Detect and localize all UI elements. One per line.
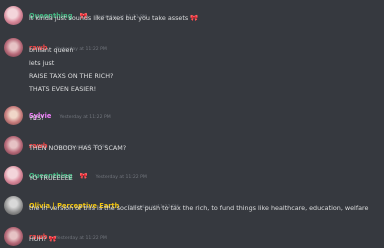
message-text: HUH? — [29, 235, 47, 243]
message-header: Sylvie Yesterday at 11:22 PM — [29, 103, 111, 120]
user-avatar[interactable] — [4, 38, 23, 57]
message-text: it kinda just sounds like taxes but you … — [29, 14, 189, 22]
message-header: Queenthing 🎀 Yesterday at 11:22 PM — [29, 163, 147, 180]
user-avatar[interactable] — [4, 227, 23, 246]
message-header: rawb Yesterday at 11:22 PM — [29, 133, 107, 150]
message-header: Queenthing 🎀 Yesterday at 11:21 PM — [29, 3, 147, 20]
message-feed: Queenthing 🎀 Yesterday at 11:21 PM it ki… — [0, 0, 384, 248]
bow-emoji-icon: 🎀 — [190, 14, 199, 22]
bow-emoji-icon: 🎀 — [79, 172, 88, 180]
message-header: rawb Yesterday at 11:22 PM — [29, 35, 107, 52]
timestamp: Yesterday at 11:22 PM — [55, 236, 107, 241]
message-header: Olivia | Perceptive Earth Yesterday at 1… — [29, 193, 179, 210]
message-text: lets just — [29, 59, 55, 67]
message-text: the irl version of this is the socialist… — [29, 204, 369, 212]
message-line: HUH? 🎀 — [29, 234, 57, 244]
user-avatar[interactable] — [4, 136, 23, 155]
message-text: THEN NOBODY HAS TO SCAM? — [29, 144, 127, 152]
message-header: rawb Yesterday at 11:22 PM — [29, 224, 107, 241]
user-avatar[interactable] — [4, 166, 23, 185]
timestamp: Yesterday at 11:22 PM — [59, 115, 111, 120]
bow-emoji-icon: 🎀 — [48, 235, 57, 243]
message-text: THATS EVEN EASIER! — [29, 85, 97, 93]
message-line: it kinda just sounds like taxes but you … — [29, 13, 198, 23]
user-avatar[interactable] — [4, 196, 23, 215]
message-text: YES! — [29, 114, 44, 122]
message-text: RAISE TAXS ON THE RICH? — [29, 72, 114, 80]
message-text: brillant queen — [29, 46, 74, 54]
message-text: YO TRUEEEEE — [29, 174, 73, 182]
timestamp: Yesterday at 11:22 PM — [95, 175, 147, 180]
user-avatar[interactable] — [4, 106, 23, 125]
user-avatar[interactable] — [4, 6, 23, 25]
